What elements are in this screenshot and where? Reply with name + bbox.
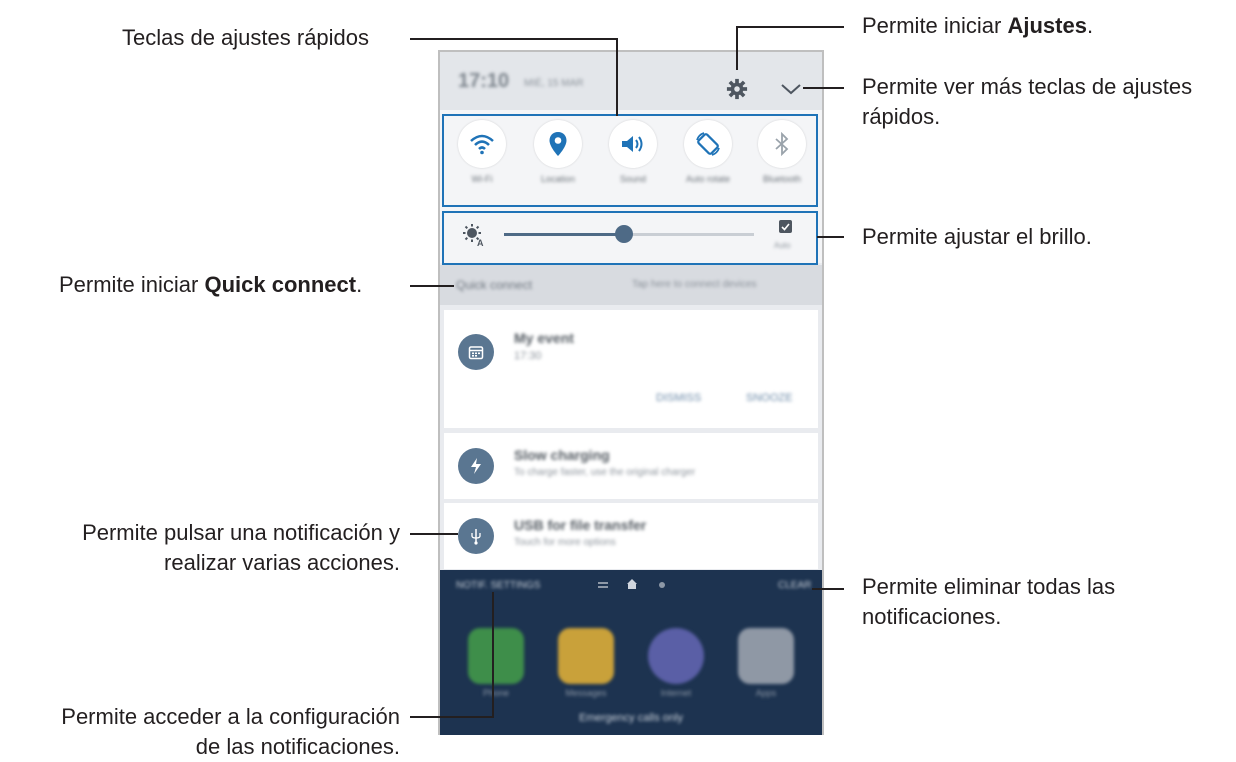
emergency-text: Emergency calls only bbox=[579, 712, 683, 724]
callout-line: Permite acceder a la configuración bbox=[61, 704, 400, 729]
chevron-down-icon[interactable] bbox=[780, 82, 802, 96]
notification-text: 17:30 bbox=[514, 350, 542, 362]
callout-quick-settings: Teclas de ajustes rápidos bbox=[122, 25, 370, 50]
callout-line: de las notificaciones. bbox=[195, 734, 400, 759]
messages-app-icon[interactable] bbox=[558, 628, 614, 684]
apps-app-icon[interactable] bbox=[738, 628, 794, 684]
status-time: 17:10 bbox=[458, 70, 510, 92]
quick-settings-highlight bbox=[442, 114, 818, 207]
leader-line bbox=[410, 533, 458, 535]
leader-line bbox=[410, 285, 454, 287]
callout-line: notificaciones. bbox=[862, 604, 1002, 629]
callout-line: Permite eliminar todas las bbox=[862, 574, 1116, 599]
callout-bold: Quick connect bbox=[204, 272, 357, 297]
callout-text: Permite iniciar bbox=[862, 13, 1008, 38]
leader-line bbox=[410, 38, 618, 40]
leader-line bbox=[492, 592, 494, 718]
callout-line: rápidos. bbox=[862, 104, 941, 129]
clear-button[interactable]: CLEAR bbox=[778, 580, 811, 591]
panel-header: 17:10 MIÉ, 15 MAR bbox=[440, 52, 822, 110]
calendar-icon bbox=[458, 334, 494, 370]
leader-line bbox=[812, 588, 844, 590]
callout-text: . bbox=[356, 272, 363, 297]
app-label: Apps bbox=[755, 688, 777, 698]
callout-notification-settings: Permite acceder a la configuración de la… bbox=[0, 702, 400, 762]
status-date: MIÉ, 15 MAR bbox=[524, 78, 584, 89]
callout-bold: Ajustes bbox=[1007, 13, 1087, 38]
app-label: Phone bbox=[482, 688, 510, 698]
leader-line bbox=[736, 26, 844, 28]
callout-line: Permite pulsar una notificación y bbox=[82, 520, 400, 545]
notification-card[interactable]: Slow charging To charge faster, use the … bbox=[444, 433, 818, 499]
leader-line bbox=[616, 38, 618, 116]
callout-line: realizar varias acciones. bbox=[164, 550, 400, 575]
home-screen: NOTIF. SETTINGS CLEAR Phone Messages Int… bbox=[440, 570, 822, 735]
leader-line bbox=[803, 87, 844, 89]
callout-line: Permite ver más teclas de ajustes bbox=[862, 74, 1193, 99]
notification-title: My event bbox=[514, 330, 574, 346]
gear-icon[interactable] bbox=[726, 78, 748, 100]
callout-settings: Permite iniciar Ajustes. bbox=[862, 11, 1093, 41]
leader-line bbox=[736, 26, 738, 70]
app-label: Messages bbox=[565, 688, 607, 698]
phone-app-icon[interactable] bbox=[468, 628, 524, 684]
notification-title: Slow charging bbox=[514, 447, 610, 463]
callout-quick-connect: Permite iniciar Quick connect. bbox=[59, 270, 362, 300]
app-label: Internet bbox=[660, 688, 692, 698]
notification-card[interactable]: My event 17:30 DISMISS SNOOZE bbox=[444, 310, 818, 428]
leader-line bbox=[817, 236, 844, 238]
quick-connect-hint: Tap here to connect devices bbox=[632, 279, 757, 290]
callout-text: Permite iniciar bbox=[59, 272, 205, 297]
page-indicator-lines bbox=[598, 582, 608, 584]
callout-brightness: Permite ajustar el brillo. bbox=[862, 224, 1092, 249]
snooze-action[interactable]: SNOOZE bbox=[746, 392, 792, 404]
bolt-icon bbox=[458, 448, 494, 484]
callout-more-keys: Permite ver más teclas de ajustes rápido… bbox=[862, 72, 1192, 132]
brightness-highlight bbox=[442, 211, 818, 265]
internet-app-icon[interactable] bbox=[648, 628, 704, 684]
callout-text: . bbox=[1086, 13, 1094, 38]
notification-title: USB for file transfer bbox=[514, 517, 647, 533]
page-indicator-dot bbox=[659, 582, 665, 588]
quick-connect-label: Quick connect bbox=[456, 278, 533, 292]
usb-icon bbox=[458, 518, 494, 554]
callout-clear-all: Permite eliminar todas las notificacione… bbox=[862, 572, 1115, 632]
leader-line bbox=[410, 716, 494, 718]
callout-tap-notification: Permite pulsar una notificación y realiz… bbox=[0, 518, 400, 578]
home-page-icon bbox=[627, 579, 637, 589]
notification-card[interactable]: USB for file transfer Touch for more opt… bbox=[444, 503, 818, 569]
notification-text: To charge faster, use the original charg… bbox=[514, 467, 696, 478]
dismiss-action[interactable]: DISMISS bbox=[656, 392, 701, 404]
notification-settings-button[interactable]: NOTIF. SETTINGS bbox=[456, 580, 540, 591]
notification-text: Touch for more options bbox=[514, 537, 616, 548]
quick-connect-row[interactable]: Quick connect Tap here to connect device… bbox=[440, 265, 822, 305]
